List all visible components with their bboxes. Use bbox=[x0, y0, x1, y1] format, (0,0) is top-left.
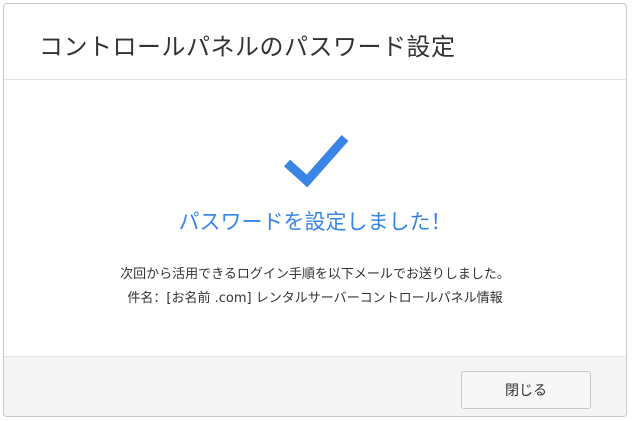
success-message: パスワードを設定しました！ bbox=[178, 210, 452, 234]
dialog-footer: 閉じる bbox=[4, 356, 626, 416]
info-line-next-login: 次回から活用できるログイン手順を以下メールでお送りしました。 bbox=[120, 267, 510, 282]
close-button[interactable]: 閉じる bbox=[461, 371, 591, 409]
dialog-body: パスワードを設定しました！ 次回から活用できるログイン手順を以下メールでお送りし… bbox=[4, 80, 626, 356]
info-line-email-subject: 件名：[お名前 .com] レンタルサーバーコントロールパネル情報 bbox=[127, 291, 503, 306]
dialog-title: コントロールパネルのパスワード設定 bbox=[39, 33, 456, 61]
check-icon bbox=[283, 135, 349, 188]
dialog-header: コントロールパネルのパスワード設定 bbox=[4, 4, 626, 80]
password-set-dialog: コントロールパネルのパスワード設定 パスワードを設定しました！ 次回から活用でき… bbox=[3, 3, 627, 417]
